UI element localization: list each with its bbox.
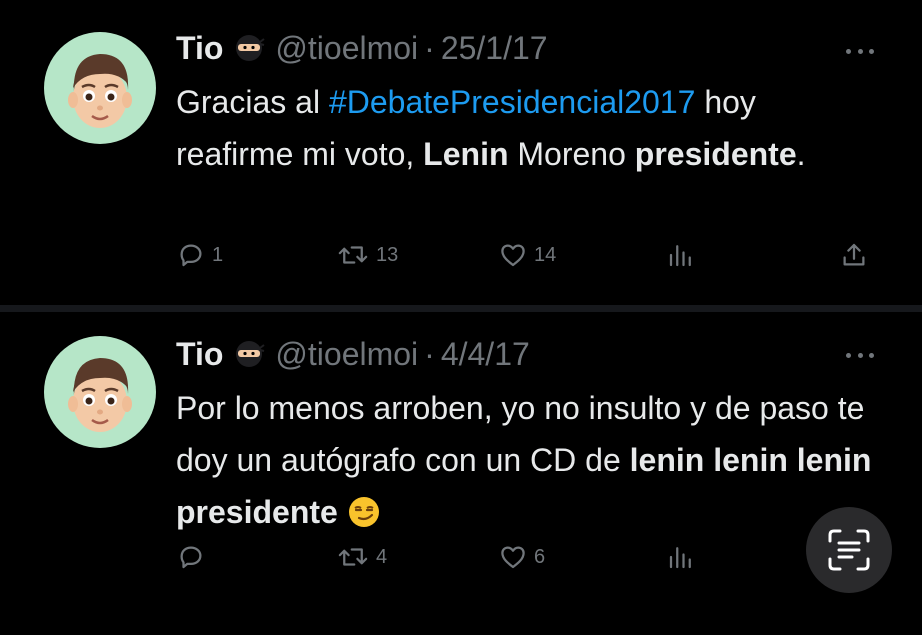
retweet-icon bbox=[338, 548, 368, 566]
text-segment: Gracias al bbox=[176, 84, 329, 120]
separator-dot: · bbox=[424, 29, 435, 66]
avatar[interactable] bbox=[44, 336, 156, 448]
heart-icon bbox=[501, 244, 525, 267]
ninja-emoji-icon bbox=[233, 338, 266, 370]
author-name[interactable]: Tio bbox=[176, 30, 223, 67]
views-icon bbox=[669, 245, 691, 267]
avatar[interactable] bbox=[44, 32, 156, 144]
tweet-header: Tio @tioelmoi · 4/4/17 bbox=[176, 334, 530, 374]
action-bar: 1 13 14 bbox=[176, 240, 876, 280]
reply-icon bbox=[180, 244, 202, 267]
retweet-icon bbox=[338, 246, 368, 264]
tweet-date[interactable]: 25/1/17 bbox=[441, 30, 548, 67]
author-name[interactable]: Tio bbox=[176, 336, 223, 373]
like-button[interactable]: 6 bbox=[498, 542, 545, 572]
author-handle[interactable]: @tioelmoi bbox=[275, 336, 418, 373]
text-segment: . bbox=[796, 136, 806, 172]
text-segment bbox=[338, 494, 347, 530]
reply-count: 1 bbox=[212, 243, 224, 266]
tweet-date[interactable]: 4/4/17 bbox=[441, 336, 530, 373]
share-button[interactable] bbox=[839, 240, 869, 270]
share-icon bbox=[843, 243, 865, 266]
views-button[interactable] bbox=[666, 542, 696, 572]
reply-button[interactable] bbox=[176, 542, 212, 572]
more-icon[interactable] bbox=[846, 350, 874, 360]
text-scan-button[interactable] bbox=[806, 507, 892, 593]
reply-icon bbox=[180, 546, 202, 569]
retweet-button[interactable]: 4 bbox=[336, 542, 387, 572]
smirking-face-emoji-icon bbox=[347, 492, 381, 544]
tweet-header: Tio @tioelmoi · 25/1/17 bbox=[176, 28, 548, 68]
tweet-1[interactable]: Tio @tioelmoi · 25/1/17 Gracias al #Deba… bbox=[0, 0, 922, 305]
tweet-text: Gracias al #DebatePresidencial2017 hoy r… bbox=[176, 76, 876, 180]
views-button[interactable] bbox=[666, 240, 696, 270]
separator-dot: · bbox=[424, 335, 435, 372]
ninja-emoji-icon bbox=[233, 32, 266, 64]
tweet-divider bbox=[0, 305, 922, 312]
text-segment-bold: Lenin bbox=[423, 136, 509, 172]
text-segment: Moreno bbox=[508, 136, 635, 172]
retweet-count: 4 bbox=[376, 545, 388, 568]
text-segment-bold: presidente bbox=[634, 136, 797, 172]
like-button[interactable]: 14 bbox=[498, 240, 556, 270]
tweet-2[interactable]: Tio @tioelmoi · 4/4/17 Por lo menos arro… bbox=[0, 312, 922, 635]
retweet-button[interactable]: 13 bbox=[336, 240, 398, 270]
action-bar: 4 6 bbox=[176, 542, 876, 582]
reply-button[interactable]: 1 bbox=[176, 240, 223, 270]
author-handle[interactable]: @tioelmoi bbox=[275, 30, 418, 67]
heart-icon bbox=[501, 546, 525, 569]
tweet-text: Por lo menos arroben, yo no insulto y de… bbox=[176, 382, 876, 544]
text-scan-icon bbox=[828, 529, 870, 571]
like-count: 14 bbox=[534, 243, 557, 266]
hashtag-link[interactable]: #DebatePresidencial2017 bbox=[329, 84, 695, 120]
like-count: 6 bbox=[534, 545, 546, 568]
views-icon bbox=[669, 547, 691, 569]
more-icon[interactable] bbox=[846, 46, 874, 56]
retweet-count: 13 bbox=[376, 243, 399, 266]
